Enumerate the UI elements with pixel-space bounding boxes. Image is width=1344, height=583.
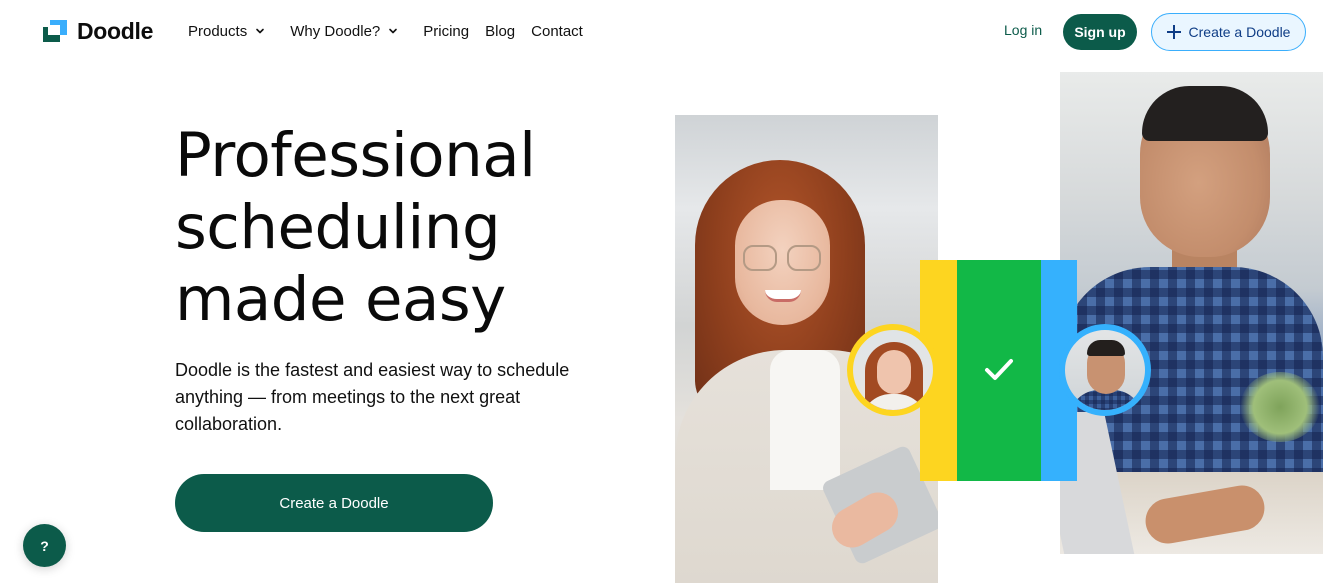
hero-subtext: Doodle is the fastest and easiest way to… — [175, 360, 570, 434]
login-link[interactable]: Log in — [1004, 22, 1042, 38]
create-doodle-hero-button[interactable]: Create a Doodle — [175, 474, 493, 532]
man-avatar — [1059, 324, 1151, 416]
hero-headline: Professional scheduling made easy — [175, 120, 536, 336]
chevron-down-icon — [256, 28, 265, 34]
nav-item-label: Contact — [531, 22, 583, 40]
nav-item-why-doodle[interactable]: Why Doodle? — [290, 23, 398, 40]
nav-item-label: Products — [188, 22, 248, 40]
main-nav: Products Why Doodle? Pricing Blog Contac… — [188, 20, 599, 42]
man-at-laptop-photo — [1060, 72, 1323, 554]
nav-item-label: Pricing — [423, 22, 470, 40]
nav-item-blog[interactable]: Blog — [485, 23, 515, 40]
create-doodle-label: Create a Doodle — [1188, 24, 1291, 40]
nav-item-pricing[interactable]: Pricing — [423, 23, 469, 40]
headline-line: Professional — [175, 120, 536, 191]
nav-item-products[interactable]: Products — [188, 23, 265, 40]
plus-icon — [1166, 25, 1181, 39]
logo-text: Doodle — [77, 17, 154, 44]
doodle-logo-icon — [43, 20, 67, 42]
doodle-logo[interactable]: Doodle — [43, 17, 154, 44]
site-header: Doodle Products Why Doodle? Pricing Blog… — [0, 0, 1344, 62]
nav-item-contact[interactable]: Contact — [531, 23, 583, 40]
headline-line: scheduling — [175, 192, 501, 263]
checkmark-icon — [985, 359, 1013, 380]
woman-avatar — [847, 324, 939, 416]
signup-button[interactable]: Sign up — [1063, 14, 1137, 50]
headline-line: made easy — [175, 264, 506, 335]
create-doodle-header-button[interactable]: Create a Doodle — [1151, 13, 1306, 51]
chevron-down-icon — [389, 28, 398, 34]
help-button[interactable]: ? — [23, 524, 66, 567]
nav-item-label: Why Doodle? — [290, 22, 381, 40]
nav-item-label: Blog — [485, 22, 516, 40]
help-icon: ? — [40, 537, 49, 554]
